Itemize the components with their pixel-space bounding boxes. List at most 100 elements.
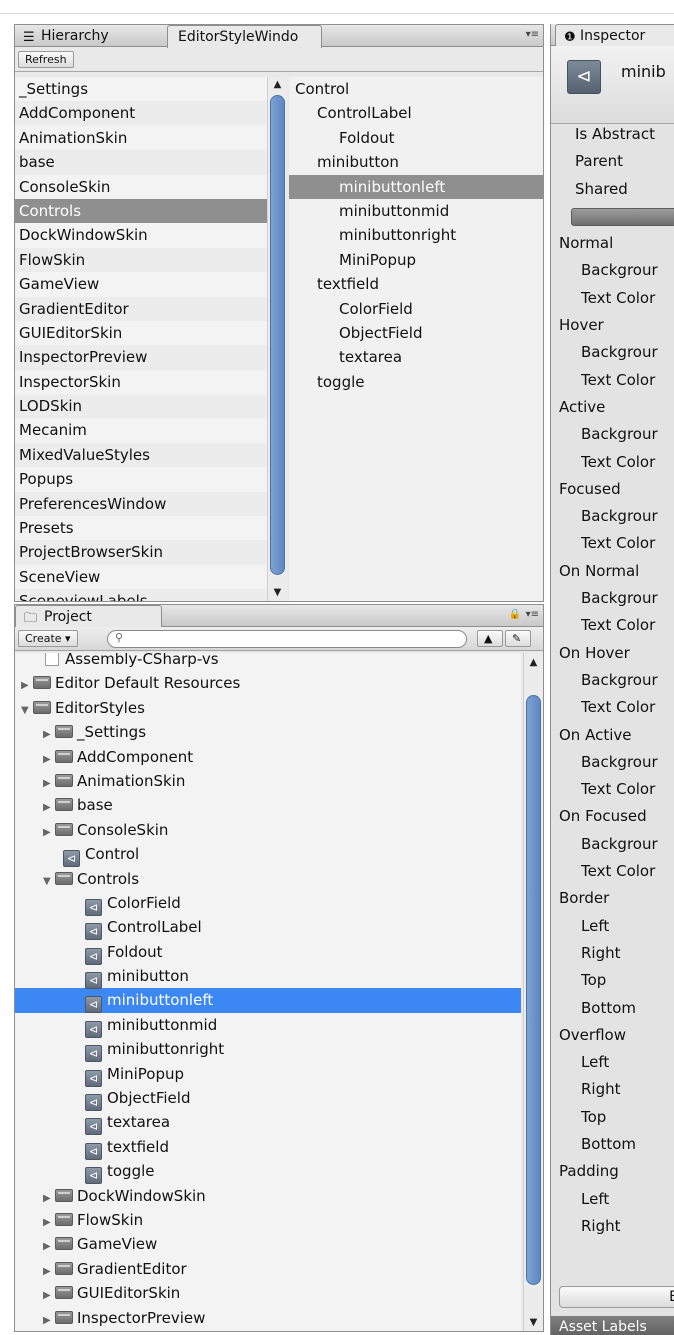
style-list-item[interactable]: ProjectBrowserSkin [15,540,267,565]
inspector-slider-bar[interactable] [551,203,674,230]
project-tree-item[interactable]: ▶ base [15,793,521,817]
project-tree-item[interactable]: ▶ GradientEditor [15,1257,521,1281]
style-list-scrollbar[interactable]: ▲ ▼ [267,77,287,601]
controls-tree-item[interactable]: ObjectField [289,321,543,345]
style-list-item[interactable]: LODSkin [15,394,267,419]
controls-tree-item[interactable]: Control [289,77,543,101]
guistyle-asset-icon: ⊲ [85,923,102,941]
tab-hierarchy[interactable]: ☰ Hierarchy [15,25,165,47]
project-tree-item[interactable]: ▶ Editor Default Resources [15,671,521,695]
project-tree-item[interactable]: ▶ AddComponent [15,745,521,769]
project-tree-item[interactable]: Assembly-CSharp-vs [15,653,521,671]
inspector-field-label: Right [551,940,674,967]
project-scroll-up-arrow[interactable]: ▲ [524,657,543,671]
asset-labels-bar[interactable]: Asset Labels [551,1316,674,1335]
style-list-item[interactable]: AnimationSkin [15,126,267,150]
expanded-triangle-icon[interactable]: ▼ [21,699,33,723]
refresh-button[interactable]: Refresh [18,51,74,68]
style-list-item[interactable]: DockWindowSkin [15,223,267,247]
folder-icon [55,822,73,836]
filter-by-type-icon[interactable]: ▲ [477,630,503,647]
style-list-item[interactable]: MixedValueStyles [15,442,267,468]
project-tree-item-label: Assembly-CSharp-vs [65,653,219,668]
project-tree-item[interactable]: ⊲ textarea [15,1110,521,1136]
collapsed-triangle-icon[interactable]: ▶ [43,1284,55,1308]
tab-project[interactable]: 🗀 Project [15,605,162,628]
collapsed-triangle-icon[interactable]: ▶ [43,723,55,747]
style-list-item[interactable]: _Settings [15,77,267,101]
project-tree-item[interactable]: ▶ GUIEditorSkin [15,1281,521,1305]
inspector-field-label: Text Color [551,776,674,803]
project-tree-item[interactable]: ⊲ minibuttonright [15,1037,521,1063]
folder-icon [55,1188,73,1202]
project-tree-item[interactable]: ⊲ ColorField [15,891,521,916]
style-list-item[interactable]: PreferencesWindow [15,491,267,517]
project-tree-item-label: minibuttonmid [107,1015,218,1034]
expanded-triangle-icon[interactable]: ▼ [43,870,55,894]
style-list-item[interactable]: AddComponent [15,101,267,126]
scroll-thumb[interactable] [270,95,285,575]
project-tree-item[interactable]: ▶ InspectorPreview [15,1306,521,1330]
project-tree-item[interactable]: ⊲ minibuttonleft [15,988,521,1014]
lock-icon[interactable]: 🔒 [509,609,521,620]
project-tree-item[interactable]: ⊲ Control [15,842,521,868]
style-list-item[interactable]: base [15,150,267,175]
project-tree-item[interactable]: ▼ Controls [15,867,521,891]
project-scroll-down-arrow[interactable]: ▼ [524,1317,543,1331]
controls-tree-item[interactable]: textfield [289,272,543,296]
style-list-item[interactable]: InspectorSkin [15,370,267,394]
controls-tree-item[interactable]: minibuttonleft [289,174,543,199]
project-scroll-thumb[interactable] [526,695,541,1285]
project-tree-item[interactable]: ⊲ ControlLabel [15,915,521,941]
project-tree-item[interactable]: ⊲ textfield [15,1135,521,1160]
project-tree-item[interactable]: ▶ _Settings [15,720,521,744]
style-list-item[interactable]: Popups [15,467,267,491]
project-pane-menu-icon[interactable]: ▾≡ [526,609,539,620]
search-input[interactable]: ⚲ [107,630,467,648]
create-dropdown[interactable]: Create ▾ [18,630,78,647]
inspector-bar[interactable] [571,207,674,226]
project-scrollbar[interactable]: ▲ ▼ [523,653,543,1331]
project-tree-item[interactable]: ⊲ ObjectField [15,1086,521,1112]
project-tree-item[interactable]: ⊲ toggle [15,1159,521,1185]
style-list-item[interactable]: Controls [15,198,267,224]
tab-editor-style-window[interactable]: EditorStyleWindo [167,25,322,48]
controls-tree-item[interactable]: minibuttonmid [289,199,543,223]
project-tree-item[interactable]: ⊲ MiniPopup [15,1062,521,1087]
style-list-item-label: GameView [19,275,100,294]
collapsed-triangle-icon[interactable]: ▶ [43,1309,55,1331]
controls-tree-item[interactable]: minibuttonright [289,223,543,247]
project-tree-item[interactable]: ⊲ minibutton [15,964,521,990]
filter-by-label-icon[interactable]: ✎ [505,630,531,647]
controls-tree-item[interactable]: ColorField [289,297,543,321]
controls-tree-item[interactable]: ControlLabel [289,101,543,125]
style-list-item[interactable]: InspectorPreview [15,345,267,370]
style-list-item[interactable]: FlowSkin [15,247,267,273]
controls-tree-item[interactable]: toggle [289,370,543,394]
tab-inspector[interactable]: ❶ Inspector [555,24,674,47]
project-tree-item[interactable]: ▼ EditorStyles [15,696,521,720]
project-tree-item[interactable]: ⊲ Foldout [15,940,521,965]
project-tree-item[interactable]: ⊲ minibuttonmid [15,1013,521,1038]
project-tree-item[interactable]: ▶ AnimationSkin [15,769,521,793]
style-list-item[interactable]: GameView [15,272,267,296]
controls-tree-item[interactable]: MiniPopup [289,248,543,272]
controls-tree-item[interactable]: textarea [289,345,543,369]
style-list-item[interactable]: Mecanim [15,418,267,442]
project-tree-item[interactable]: ▶ ConsoleSkin [15,818,521,842]
inspector-bottom-button[interactable]: E [559,1286,674,1308]
scroll-down-arrow[interactable]: ▼ [268,587,287,601]
style-list-item[interactable]: GUIEditorSkin [15,321,267,345]
style-list-item[interactable]: ConsoleSkin [15,175,267,199]
style-list-item[interactable]: SceneviewLabels [15,589,267,601]
project-tree-item[interactable]: ▶ DockWindowSkin [15,1184,521,1208]
project-tree-item[interactable]: ▶ GameView [15,1232,521,1256]
scroll-up-arrow[interactable]: ▲ [268,79,287,93]
style-list-item[interactable]: Presets [15,516,267,540]
controls-tree-item[interactable]: minibutton [289,150,543,174]
project-tree-item[interactable]: ▶ FlowSkin [15,1208,521,1232]
style-list-item[interactable]: GradientEditor [15,296,267,321]
style-list-item[interactable]: SceneView [15,565,267,589]
controls-tree-item[interactable]: Foldout [289,126,543,150]
pane-menu-icon[interactable]: ▾≡ [526,29,539,40]
